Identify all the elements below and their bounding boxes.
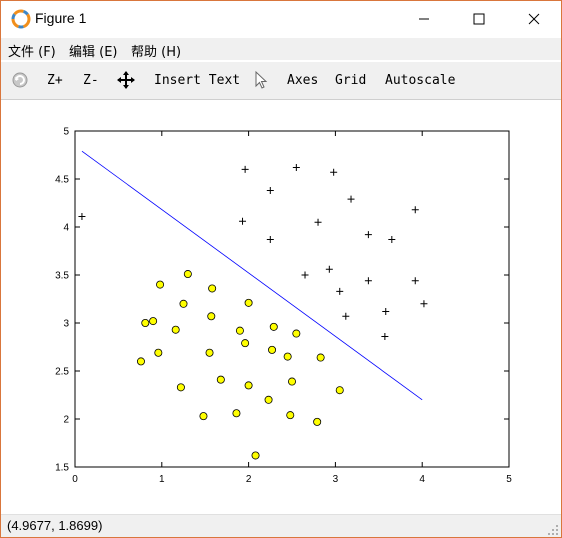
plus-marker [325,265,333,273]
x-tick-label: 2 [246,474,252,485]
decision-boundary-line [81,150,423,401]
circle-marker [264,395,273,404]
plus-marker [292,163,300,171]
axis-ticks: 0 1 2 3 4 5 1.5 2 2.5 3 3.5 4 4.5 5 [55,127,512,486]
plus-marker [301,271,309,279]
circle-marker [208,284,217,293]
autoscale-button[interactable]: Autoscale [385,73,455,88]
status-bar: (4.9677, 1.8699) [1,514,561,537]
plus-marker [420,300,428,308]
circle-marker [176,383,185,392]
plus-marker [78,212,86,220]
circle-marker [183,270,192,279]
close-button[interactable] [511,1,557,37]
circle-marker [154,348,163,357]
circle-marker [171,325,180,334]
x-tick-label: 5 [506,474,512,485]
cursor-coordinates: (4.9677, 1.8699) [7,518,103,533]
circle-marker [283,352,292,361]
plot-canvas[interactable]: 0 1 2 3 4 5 1.5 2 2.5 3 3.5 4 4.5 5 [1,100,561,514]
plus-marker [241,165,249,173]
menu-help[interactable]: 帮助 (H) [131,41,181,60]
plus-marker [347,195,355,203]
pointer-icon[interactable] [251,70,271,90]
close-icon [528,13,540,25]
plus-marker [381,332,389,340]
axes-button[interactable]: Axes [287,73,318,88]
circle-marker [335,386,344,395]
circle-marker [292,329,301,338]
plus-marker [388,235,396,243]
plus-marker [411,277,419,285]
pan-move-icon[interactable] [116,70,136,90]
x-tick-label: 4 [419,474,425,485]
y-tick-label: 3 [63,319,69,330]
circle-marker [269,322,278,331]
minimize-icon [419,18,429,20]
circle-marker [316,353,325,362]
circle-marker [287,377,296,386]
insert-text-button[interactable]: Insert Text [154,73,240,88]
title-bar[interactable]: Figure 1 [1,1,561,37]
circle-marker [199,412,208,421]
plus-marker [266,235,274,243]
octave-app-icon [11,9,31,29]
menu-bar: 文件 (F) 编辑 (E) 帮助 (H) [1,38,561,60]
scatter-chart: 0 1 2 3 4 5 1.5 2 2.5 3 3.5 4 4.5 5 [55,127,512,486]
plus-marker [336,287,344,295]
grid-button[interactable]: Grid [335,73,366,88]
circle-marker [205,348,214,357]
chart-marks [78,150,428,460]
y-tick-label: 1.5 [55,463,69,474]
figure-window: Figure 1 文件 (F) 编辑 (E) 帮助 (H) Z+ Z- Inse… [0,0,562,538]
circle-marker [251,451,260,460]
zoom-out-button[interactable]: Z- [83,73,99,88]
figure-toolbar: Z+ Z- Insert Text Axes Grid Autoscale [1,62,561,100]
x-tick-label: 0 [72,474,78,485]
circle-marker [136,357,145,366]
plus-marker [382,307,390,315]
plus-marker [330,168,338,176]
plus-marker [364,231,372,239]
plus-marker [364,277,372,285]
y-tick-label: 3.5 [55,271,69,282]
plus-marker [411,206,419,214]
circle-marker [179,299,188,308]
resize-grip-icon[interactable] [547,524,559,536]
plus-marker [239,217,247,225]
circle-marker [244,298,253,307]
circle-marker [313,417,322,426]
circle-marker [149,317,158,326]
rotate-icon[interactable] [10,70,30,90]
circle-marker [216,375,225,384]
y-tick-label: 5 [63,127,69,138]
circle-marker [232,409,241,418]
circle-marker [268,345,277,354]
maximize-icon [473,13,485,25]
y-tick-label: 4.5 [55,175,69,186]
minimize-button[interactable] [401,1,447,37]
circle-marker [286,411,295,420]
circle-marker [156,280,165,289]
y-tick-label: 4 [63,223,69,234]
x-tick-label: 3 [333,474,339,485]
circle-marker [241,339,250,348]
y-tick-label: 2.5 [55,367,69,378]
plus-marker [266,187,274,195]
menu-edit[interactable]: 编辑 (E) [69,41,118,60]
maximize-button[interactable] [456,1,502,37]
menu-file[interactable]: 文件 (F) [8,41,56,60]
plus-marker [342,312,350,320]
circle-marker [207,312,216,321]
circle-marker [235,326,244,335]
circle-marker [141,318,150,327]
window-title: Figure 1 [35,10,87,26]
y-tick-label: 2 [63,415,69,426]
zoom-in-button[interactable]: Z+ [47,73,63,88]
plus-marker [314,218,322,226]
circle-marker [244,381,253,390]
x-tick-label: 1 [159,474,165,485]
